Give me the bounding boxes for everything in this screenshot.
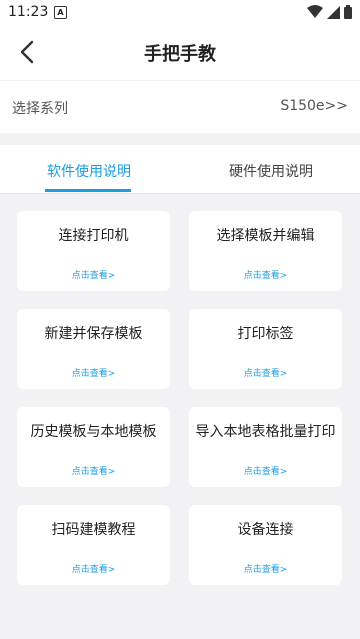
- series-label: 选择系列: [12, 101, 68, 117]
- card-title: 选择模板并编辑: [216, 228, 315, 244]
- card-batch-print[interactable]: 导入本地表格批量打印 点击查看>: [189, 407, 342, 487]
- card-view-link[interactable]: 点击查看>: [189, 562, 342, 575]
- page-title: 手把手教: [144, 44, 216, 65]
- card-connect-printer[interactable]: 连接打印机 点击查看>: [17, 211, 170, 291]
- card-title: 扫码建模教程: [51, 522, 136, 538]
- status-time: 11:23: [8, 4, 49, 20]
- card-view-link[interactable]: 点击查看>: [17, 268, 170, 281]
- card-history-template[interactable]: 历史模板与本地模板 点击查看>: [17, 407, 170, 487]
- card-device-connect[interactable]: 设备连接 点击查看>: [189, 505, 342, 585]
- status-bar: 11:23 A: [0, 0, 360, 24]
- tab-software-guide[interactable]: 软件使用说明: [47, 161, 131, 181]
- card-view-link[interactable]: 点击查看>: [17, 366, 170, 379]
- card-print-label[interactable]: 打印标签 点击查看>: [189, 309, 342, 389]
- card-view-link[interactable]: 点击查看>: [17, 464, 170, 477]
- card-title: 连接打印机: [58, 228, 129, 244]
- card-view-link[interactable]: 点击查看>: [189, 268, 342, 281]
- notification-icon: A: [54, 6, 67, 19]
- card-view-link[interactable]: 点击查看>: [189, 366, 342, 379]
- card-title: 历史模板与本地模板: [30, 424, 157, 440]
- tab-indicator: [45, 189, 131, 192]
- card-view-link[interactable]: 点击查看>: [17, 562, 170, 575]
- battery-icon: [344, 5, 352, 19]
- card-new-template[interactable]: 新建并保存模板 点击查看>: [17, 309, 170, 389]
- status-icons: [307, 5, 352, 19]
- tab-hardware-guide[interactable]: 硬件使用说明: [229, 161, 313, 181]
- card-scan-modeling[interactable]: 扫码建模教程 点击查看>: [17, 505, 170, 585]
- card-title: 打印标签: [237, 326, 294, 342]
- card-title: 新建并保存模板: [44, 326, 143, 342]
- card-select-template[interactable]: 选择模板并编辑 点击查看>: [189, 211, 342, 291]
- wifi-icon: [307, 5, 323, 18]
- card-title: 设备连接: [237, 522, 294, 538]
- series-selector[interactable]: 选择系列 S150e>>: [0, 81, 360, 133]
- card-title: 导入本地表格批量打印: [195, 424, 336, 440]
- series-value[interactable]: S150e>>: [280, 98, 348, 114]
- app-bar: 手把手教: [0, 24, 360, 80]
- card-view-link[interactable]: 点击查看>: [189, 464, 342, 477]
- signal-icon: [327, 5, 340, 19]
- tab-bar: 软件使用说明 硬件使用说明: [0, 145, 360, 194]
